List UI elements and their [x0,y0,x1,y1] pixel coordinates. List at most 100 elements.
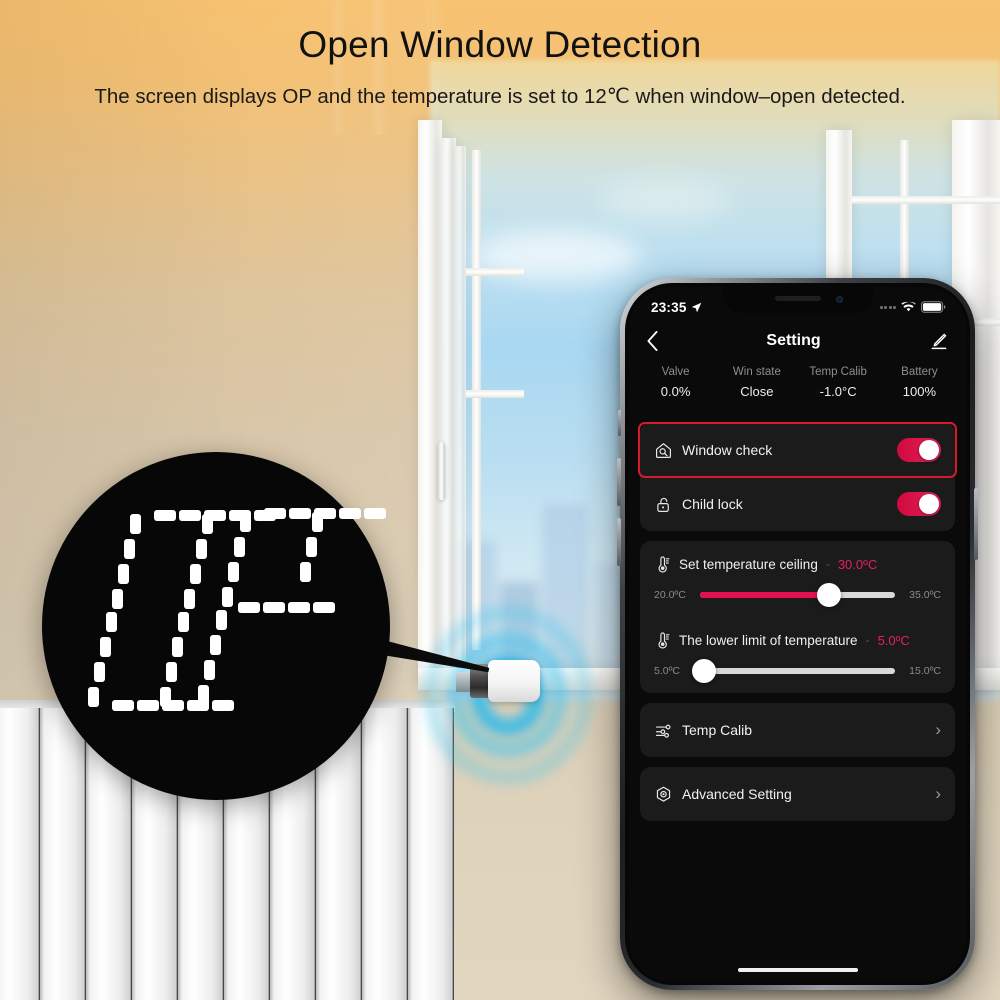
home-indicator[interactable] [737,968,858,972]
window-handle-left [438,442,445,500]
temperature-lower-limit-max: 15.0ºC [909,665,941,677]
smartphone-mockup: 23:35 Setting Valve 0.0% Win state Close… [617,278,978,990]
lcd-segment [234,537,245,557]
slider-track[interactable] [692,659,895,683]
window-muntin [472,150,481,650]
battery-full-icon [921,301,946,313]
summary-value: 0.0% [660,384,691,399]
temperature-lower-limit-label: The lower limit of temperature [679,632,858,648]
lcd-segment [160,687,171,707]
lcd-segment [240,512,251,532]
temp-calib-row[interactable]: Temp Calib › [640,703,955,757]
summary-value: Close [740,384,774,399]
chevron-right-icon: › [935,720,941,739]
advanced-setting-label: Advanced Setting [682,786,792,802]
house-search-icon [654,441,680,460]
separator: - [865,633,870,647]
lcd-segment [300,562,311,582]
phone-power-button[interactable] [974,488,978,560]
slider-track[interactable] [700,583,895,607]
nav-title: Setting [766,332,821,349]
advanced-setting-card[interactable]: Advanced Setting › [640,767,955,821]
lcd-segment [313,602,335,613]
thermometer-icon [654,555,671,573]
lcd-segment [94,662,105,682]
summary-cell: Valve 0.0% [635,366,716,399]
temperature-limits-card: Set temperature ceiling - 30.0ºC 20.0ºC … [640,541,955,693]
window-check-toggle[interactable] [897,438,941,462]
lcd-segment [263,602,285,613]
lcd-segment [178,612,189,632]
lcd-segment [166,662,177,682]
back-button[interactable] [647,331,658,351]
lcd-segment [364,508,386,519]
temperature-ceiling-min: 20.0ºC [654,589,686,601]
window-check-label: Window check [682,442,773,458]
lcd-segment [222,587,233,607]
settings-content: Window check Child lock Set temperature … [629,422,966,831]
window-panel-left [456,146,466,661]
lcd-segment [204,660,215,680]
summary-value: 100% [902,384,936,399]
temperature-ceiling-value: 30.0ºC [837,556,878,572]
window-muntin [852,196,1000,204]
child-lock-toggle[interactable] [897,492,941,516]
sliders-icon [654,721,680,740]
slider-fill [700,592,829,598]
window-check-row[interactable]: Window check [638,422,957,478]
temperature-lower-limit-value: 5.0ºC [877,632,910,648]
lcd-segment [190,564,201,584]
lcd-segment [216,610,227,630]
lcd-segment [289,508,311,519]
lcd-segment [212,700,234,711]
temperature-lower-limit-min: 5.0ºC [654,665,681,677]
wifi-icon [901,301,916,313]
temperature-lower-limit-slider[interactable]: 5.0ºC 15.0ºC [654,659,941,683]
lcd-segment [137,700,159,711]
trv-valve-device [488,660,540,702]
lcd-segment [184,589,195,609]
slider-thumb[interactable] [692,659,716,683]
page-title: Open Window Detection [298,24,702,65]
phone-volume-up-button[interactable] [617,458,621,506]
lcd-segment [88,687,99,707]
phone-volume-down-button[interactable] [617,518,621,566]
lcd-segment [100,637,111,657]
chevron-right-icon: › [935,784,941,803]
lcd-segment [312,512,323,532]
edit-button[interactable] [929,332,948,351]
hex-target-icon [654,785,680,804]
temperature-lower-limit-header: The lower limit of temperature - 5.0ºC [654,631,941,649]
lcd-display [42,452,390,800]
lcd-segment [124,539,135,559]
lcd-segment [118,564,129,584]
lcd-segment [130,514,141,534]
toggles-card: Window check Child lock [638,422,957,531]
child-lock-row[interactable]: Child lock [640,477,955,531]
phone-screen: 23:35 Setting Valve 0.0% Win state Close… [629,287,966,981]
lcd-segment [202,514,213,534]
lcd-segment [238,602,260,613]
temp-calib-card[interactable]: Temp Calib › [640,703,955,757]
summary-label: Valve [661,366,690,378]
summary-cell: Battery 100% [879,366,960,399]
separator: - [825,557,830,571]
lcd-segment [264,508,286,519]
lcd-segment [179,510,201,521]
temperature-ceiling-header: Set temperature ceiling - 30.0ºC [654,555,941,573]
window-muntin [466,390,524,398]
lcd-segment [198,685,209,705]
cloud [600,180,730,220]
temperature-ceiling-slider[interactable]: 20.0ºC 35.0ºC [654,583,941,607]
advanced-setting-row[interactable]: Advanced Setting › [640,767,955,821]
lcd-segment [288,602,310,613]
status-time: 23:35 [651,299,687,315]
nav-bar: Setting [629,321,966,361]
lcd-segment [306,537,317,557]
lcd-segment [112,700,134,711]
summary-cell: Temp Calib -1.0°C [798,366,879,399]
device-summary-row: Valve 0.0% Win state Close Temp Calib -1.0°C B… [629,361,966,411]
slider-thumb[interactable] [816,583,841,607]
lcd-segment [228,562,239,582]
phone-mute-switch[interactable] [618,410,621,436]
